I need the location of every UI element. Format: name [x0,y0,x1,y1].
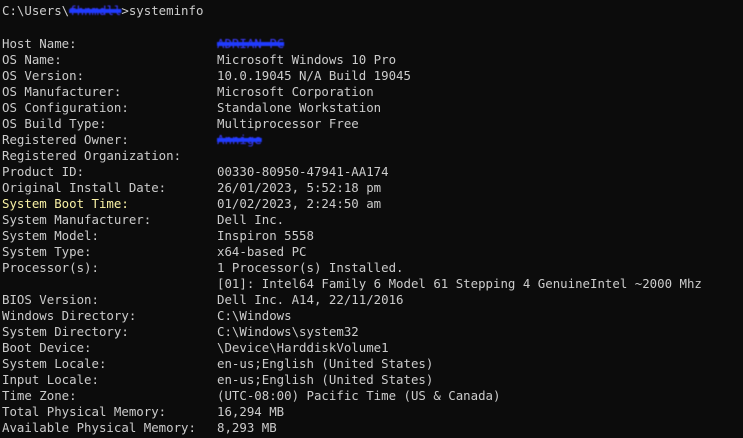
output-row: Total Physical Memory: 16,294 MB [2,404,702,420]
redacted-value: Annige [217,132,262,147]
output-value: Microsoft Windows 10 Pro [217,52,397,67]
output-key: Input Locale: [2,372,99,387]
output-value: \Device\HarddiskVolume1 [217,340,389,355]
output-value: en-us;English (United States) [217,372,434,387]
output-row: OS Version: 10.0.19045 N/A Build 19045 [2,68,702,84]
output-row: Host Name: ADRIAN-PC [2,36,702,52]
output-row: Registered Organization: [2,148,702,164]
output-value: 01/02/2023, 2:24:50 am [217,196,382,211]
output-key: Registered Organization: [2,148,182,163]
output-row: System Manufacturer: Dell Inc. [2,212,702,228]
output-key: OS Manufacturer: [2,84,122,99]
output-value: Standalone Workstation [217,100,382,115]
redacted-username: fhnmdll [69,3,122,18]
output-row: System Model: Inspiron 5558 [2,228,702,244]
output-key: Boot Device: [2,340,92,355]
output-row: OS Build Type: Multiprocessor Free [2,116,702,132]
output-row: Processor(s): 1 Processor(s) Installed. [2,260,702,276]
output-row: Time Zone: (UTC-08:00) Pacific Time (US &… [2,388,702,404]
output-key: BIOS Version: [2,292,99,307]
output-row: Windows Directory: C:\Windows [2,308,702,324]
systeminfo-output: Host Name: ADRIAN-PC OS Name: Microsoft Win… [2,36,702,436]
prompt-command: >systeminfo [121,3,204,18]
output-row: OS Manufacturer: Microsoft Corporation [2,84,702,100]
output-row: System Locale: en-us;English (United Stat… [2,356,702,372]
output-value: x64-based PC [217,244,307,259]
output-row: Input Locale: en-us;English (United State… [2,372,702,388]
output-value: 26/01/2023, 5:52:18 pm [217,180,382,195]
redacted-value: ADRIAN-PC [217,36,285,51]
prompt-path-prefix: C:\Users\ [2,3,70,18]
output-row: [01]: Intel64 Family 6 Model 61 Stepping… [2,276,702,292]
output-value: 10.0.19045 N/A Build 19045 [217,68,411,83]
output-value: (UTC-08:00) Pacific Time (US & Canada) [217,388,501,403]
output-row: Product ID: 00330-80950-47941-AA174 [2,164,702,180]
output-row: OS Name: Microsoft Windows 10 Pro [2,52,702,68]
output-value: Microsoft Corporation [217,84,374,99]
output-key: Time Zone: [2,388,77,403]
output-key: Product ID: [2,164,85,179]
output-value: 16,294 MB [217,404,285,419]
output-key: System Locale: [2,356,107,371]
output-value: 1 Processor(s) Installed. [217,260,404,275]
output-key: Available Physical Memory: [2,420,196,435]
output-key: Windows Directory: [2,308,137,323]
output-value: 8,293 MB [217,420,277,435]
output-row: Available Physical Memory: 8,293 MB [2,420,702,436]
output-row: Boot Device: \Device\HarddiskVolume1 [2,340,702,356]
output-value: [01]: Intel64 Family 6 Model 61 Stepping… [217,276,702,291]
output-key [2,276,217,292]
output-key: System Type: [2,244,92,259]
output-key: OS Build Type: [2,116,107,131]
output-key: Processor(s): [2,260,99,275]
output-value: C:\Windows\system32 [217,324,359,339]
output-value: C:\Windows [217,308,292,323]
output-value: Multiprocessor Free [217,116,359,131]
output-key: Original Install Date: [2,180,167,195]
output-row: OS Configuration: Standalone Workstation [2,100,702,116]
output-row: System Boot Time: 01/02/2023, 2:24:50 am [2,196,702,212]
output-key: OS Version: [2,68,85,83]
output-value: 00330-80950-47941-AA174 [217,164,389,179]
output-value: en-us;English (United States) [217,356,434,371]
output-key: OS Configuration: [2,100,129,115]
output-value: Inspiron 5558 [217,228,314,243]
output-value: Dell Inc. [217,212,285,227]
output-key: OS Name: [2,52,62,67]
output-row: BIOS Version: Dell Inc. A14, 22/11/2016 [2,292,702,308]
output-row: Registered Owner: Annige [2,132,702,148]
output-key: Host Name: [2,36,77,51]
terminal-window[interactable]: C:\Users\ fhnmdll >systeminfo Host Name: AD… [0,0,743,438]
output-key: System Directory: [2,324,129,339]
output-row: System Type: x64-based PC [2,244,702,260]
output-key: System Manufacturer: [2,212,152,227]
command-prompt-line: C:\Users\ fhnmdll >systeminfo [2,3,203,19]
output-row: Original Install Date: 26/01/2023, 5:52:1… [2,180,702,196]
output-row: System Directory: C:\Windows\system32 [2,324,702,340]
output-value: Dell Inc. A14, 22/11/2016 [217,292,404,307]
output-key: System Boot Time: [2,196,129,211]
output-key: Total Physical Memory: [2,404,167,419]
output-key: System Model: [2,228,99,243]
output-key: Registered Owner: [2,132,129,147]
